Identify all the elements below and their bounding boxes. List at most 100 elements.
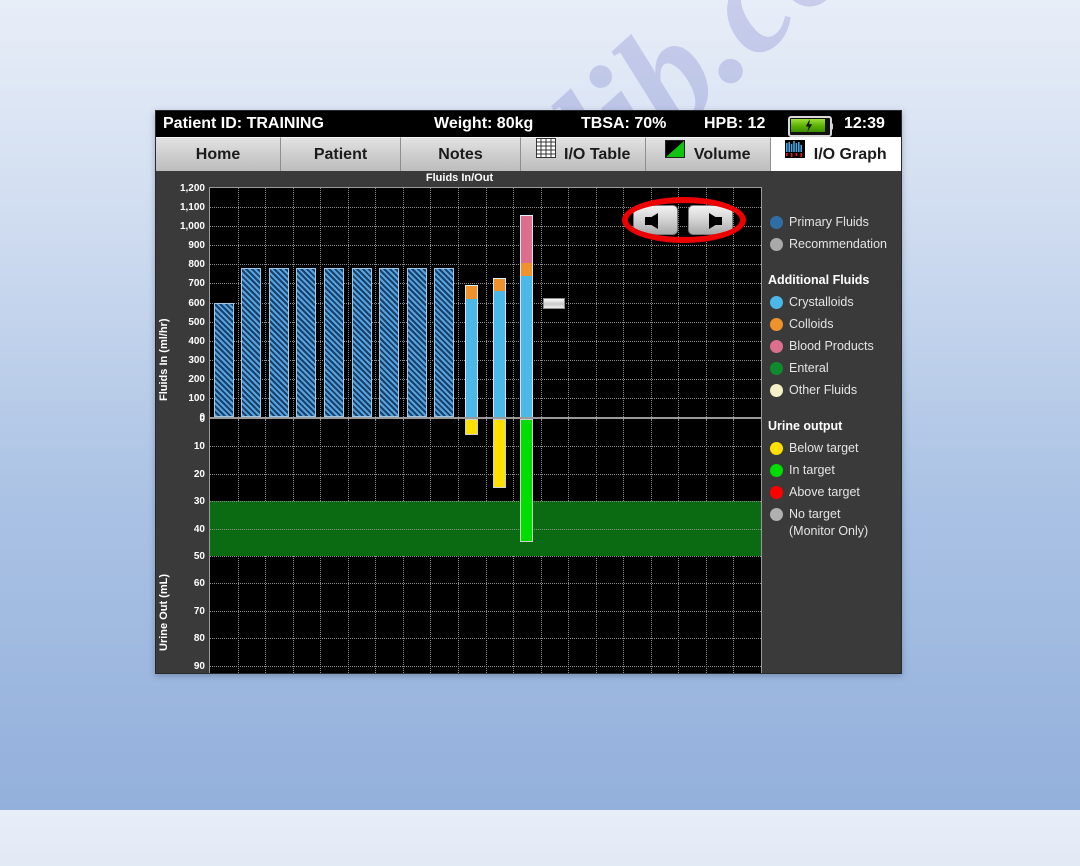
y-tick-label: 1,200 [179, 183, 205, 194]
bar-segment-blood-products [520, 214, 534, 264]
y-tick-label: 700 [188, 278, 205, 290]
recommendation-marker [543, 297, 566, 309]
legend-item-enteral: Enteral [768, 357, 901, 379]
gridline-horizontal [210, 264, 761, 266]
chart-legend: Primary Fluids Recommendation Additional… [768, 211, 901, 539]
tbsa-field: TBSA: 70% [581, 115, 667, 132]
tab-home[interactable]: Home [156, 137, 281, 171]
gridline-horizontal [210, 501, 761, 503]
legend-swatch-above-target [770, 486, 783, 499]
y-tick-label: 50 [193, 551, 205, 562]
y-tick-label: 1,000 [179, 221, 205, 233]
primary-fluid-bar [406, 268, 427, 417]
legend-swatch-in-target [770, 464, 783, 477]
y-tick-label: 90 [193, 660, 205, 672]
gridline-horizontal [210, 245, 761, 247]
legend-item-primary-fluids: Primary Fluids [768, 211, 901, 233]
legend-item-above-target: Above target [768, 481, 901, 503]
volume-triangle-icon [665, 137, 686, 170]
legend-swatch-blood-products [770, 340, 783, 353]
bar-segment-crystalloids [492, 291, 506, 417]
legend-label-primary-fluids: Primary Fluids [789, 215, 869, 229]
bar-segment-colloids [492, 277, 506, 292]
legend-heading-urine-output: Urine output [768, 419, 843, 433]
gridline-horizontal [210, 446, 761, 448]
gridline-horizontal [210, 359, 761, 361]
legend-label-enteral: Enteral [789, 361, 829, 375]
gridline-horizontal [210, 321, 761, 323]
legend-label-blood-products: Blood Products [789, 339, 874, 353]
gridline-horizontal [210, 283, 761, 285]
tab-bar: Home Patient Notes I/O Table Volume I/O … [156, 137, 901, 171]
legend-swatch-other-fluids [770, 384, 783, 397]
y-tick-label: 40 [193, 523, 205, 535]
status-bar: Patient ID: TRAINING Weight: 80kg TBSA: … [156, 111, 901, 137]
legend-item-blood-products: Blood Products [768, 335, 901, 357]
tab-volume[interactable]: Volume [646, 137, 771, 171]
additional-fluid-stacked-bar [492, 277, 506, 417]
y-tick-label: 0 [199, 414, 205, 425]
gridline-horizontal [210, 638, 761, 640]
legend-swatch-below-target [770, 442, 783, 455]
bar-cap [492, 277, 506, 279]
legend-heading-additional-fluids: Additional Fluids [768, 273, 870, 287]
legend-swatch-crystalloids [770, 296, 783, 309]
legend-label-above-target: Above target [789, 485, 860, 499]
bar-segment-colloids [520, 263, 534, 276]
y-tick-label: 10 [193, 441, 205, 453]
urine-output-bar [492, 419, 506, 488]
y-tick-label: 600 [188, 297, 205, 309]
primary-fluid-bar [213, 302, 234, 417]
legend-swatch-recommendation [770, 238, 783, 251]
legend-item-no-target: No target (Monitor Only) [768, 503, 901, 539]
gridline-horizontal [210, 556, 761, 557]
y-tick-label: 30 [193, 496, 205, 508]
primary-fluid-bar [379, 268, 400, 417]
tab-patient-label: Patient [313, 146, 368, 164]
gridline-horizontal [210, 302, 761, 304]
arrow-left-icon [645, 213, 658, 229]
scroll-left-button[interactable] [633, 205, 678, 235]
tab-notes[interactable]: Notes [401, 137, 521, 171]
tab-io-graph[interactable]: I/O Graph [771, 137, 901, 171]
y-tick-label: 1,100 [179, 202, 205, 214]
legend-item-recommendation: Recommendation [768, 233, 901, 255]
scroll-right-button[interactable] [688, 205, 733, 235]
chart-title: Fluids In/Out [425, 172, 494, 184]
legend-swatch-primary-fluids [770, 216, 783, 229]
bar-segment-crystalloids [520, 275, 534, 417]
gridline-horizontal [210, 378, 761, 380]
primary-fluid-bar [296, 268, 317, 417]
tab-home-label: Home [195, 146, 241, 164]
table-grid-icon [535, 137, 556, 170]
tab-io-table-label: I/O Table [564, 146, 631, 164]
bottom-axis-title: Urine Out (mL) [158, 574, 170, 651]
primary-fluid-bar [434, 268, 455, 417]
top-axis-title: Fluids In (ml/hr) [158, 318, 170, 402]
primary-fluid-bar [351, 268, 372, 417]
tab-io-table[interactable]: I/O Table [521, 137, 646, 171]
gridline-horizontal [210, 473, 761, 475]
clock-time: 12:39 [844, 115, 885, 132]
bar-graph-icon [785, 137, 806, 170]
y-tick-label: 20 [193, 468, 205, 480]
bar-cap [520, 214, 534, 216]
patient-id-field: Patient ID: TRAINING [163, 115, 324, 132]
y-tick-label: 900 [188, 240, 205, 252]
graph-navigation [633, 205, 733, 235]
monitor-device-frame: Patient ID: TRAINING Weight: 80kg TBSA: … [155, 110, 902, 674]
y-tick-label: 60 [193, 578, 205, 590]
tab-patient[interactable]: Patient [281, 137, 401, 171]
y-tick-label: 300 [188, 354, 205, 366]
weight-field: Weight: 80kg [434, 115, 534, 132]
legend-item-in-target: In target [768, 459, 901, 481]
legend-sublabel-no-target: (Monitor Only) [789, 524, 869, 538]
urine-output-bar [465, 419, 479, 436]
legend-swatch-colloids [770, 318, 783, 331]
legend-item-crystalloids: Crystalloids [768, 291, 901, 313]
primary-fluid-bar [241, 268, 262, 417]
primary-fluid-bar [323, 268, 344, 417]
gridline-horizontal [210, 397, 761, 399]
hpb-field: HPB: 12 [704, 115, 766, 132]
urine-out-plot [209, 418, 762, 673]
